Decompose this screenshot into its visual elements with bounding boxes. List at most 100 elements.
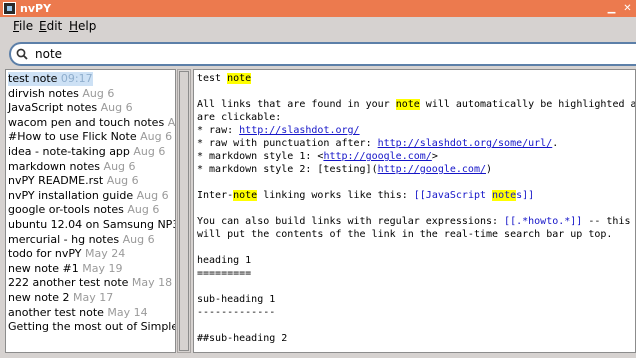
note-list-item[interactable]: new note #1 May 19 [8,262,122,276]
editor-line: * markdown style 2: [testing](http://goo… [197,163,492,176]
note-list-item[interactable]: #How to use Flick Note Aug 6 [8,130,172,144]
note-list-item[interactable]: another test note May 14 [8,306,148,320]
search-match-highlight: note [233,190,258,201]
note-date: Aug 6 [122,232,155,246]
note-list-item[interactable]: idea - note-taking app Aug 6 [8,145,165,159]
note-list-item[interactable]: nvPY README.rst Aug 6 [8,174,139,188]
note-title: new note 2 [8,291,70,304]
editor-line: ------------- [197,307,276,318]
menu-help-label: elp [78,19,97,33]
note-date: Aug 6 [133,145,166,158]
note-list-item[interactable]: 222 another test note May 18 [8,276,172,290]
note-title: todo for nvPY [8,247,82,261]
url-link[interactable]: http://slashdot.org/some/url/ [378,138,553,149]
note-date: May 19 [82,261,123,275]
note-title: 222 another test note [8,276,129,290]
menu-edit[interactable]: Edit [39,19,62,33]
note-title: dirvish notes [8,86,79,100]
search-icon [16,48,28,60]
menu-edit-mnemonic: E [39,19,47,33]
note-title: markdown notes [8,159,101,173]
note-list-item[interactable]: google or-tools notes Aug 6 [8,203,159,217]
editor-line: * markdown style 1: <http://google.com/> [197,150,438,163]
note-list-item[interactable]: nvPY installation guide Aug 6 [8,189,169,203]
minimize-icon[interactable]: ▁ [605,2,618,15]
note-title: idea - note-taking app [8,145,130,158]
url-link[interactable]: http://google.com/ [378,164,486,175]
editor-text: * markdown style 1: < [197,151,324,162]
editor-line: * raw with punctuation after: http://sla… [197,137,558,150]
search-input[interactable] [35,45,630,63]
search-match-highlight: note [395,99,420,110]
note-editor[interactable]: test note All links that are found in yo… [193,69,636,353]
regex-link[interactable]: [[.*howto.*]] [504,216,582,227]
notes-list-scroll-thumb[interactable] [179,71,189,351]
notes-list-scrollbar[interactable] [177,69,191,353]
note-date: May 14 [107,305,148,319]
inter-note-link-highlight[interactable]: note [492,190,517,201]
note-date: Aug 6 [167,115,176,129]
note-list-item[interactable]: todo for nvPY May 24 [8,247,125,261]
note-date: Aug 6 [82,86,115,100]
note-list-item[interactable]: test note 09:17 [8,72,93,86]
note-date: May 17 [73,291,114,304]
search-match-highlight: note [227,73,252,84]
menu-help[interactable]: Help [69,19,96,33]
editor-text: -- this [582,216,631,227]
editor-line: * raw: http://slashdot.org/ [197,124,360,137]
editor-text: . [552,138,559,149]
editor-text: ) [486,164,493,175]
editor-text: test [197,73,228,84]
note-title: mercurial - hg notes [8,232,120,246]
menu-file[interactable]: File [13,19,33,33]
note-date: Aug 6 [140,130,173,144]
menu-bar: File Edit Help [0,17,636,35]
note-list-item[interactable]: dirvish notes Aug 6 [8,87,114,101]
note-title: Getting the most out of Simplenote [8,320,175,334]
app-icon[interactable] [3,2,16,15]
note-date: 09:17 [60,72,93,85]
title-bar: nvPY ▁ ✕ [0,0,636,17]
note-list-item[interactable]: new note 2 May 17 [8,291,113,305]
url-link[interactable]: http://slashdot.org/ [239,125,359,136]
note-list-item[interactable]: markdown notes Aug 6 [8,160,136,174]
note-date: Aug 6 [100,101,133,115]
inter-note-link[interactable]: [[JavaScript [414,190,492,201]
editor-text: * raw: [197,125,240,136]
editor-text: > [431,151,438,162]
editor-line: ========= [197,268,252,279]
note-list-item[interactable]: mercurial - hg notes Aug 6 [8,233,155,247]
close-icon[interactable]: ✕ [621,2,634,15]
note-list-item[interactable]: JavaScript notes Aug 6 [8,101,133,115]
note-title: nvPY README.rst [8,174,104,188]
menu-edit-label: dit [46,19,63,33]
note-title: another test note [8,305,104,319]
editor-text: You can also build links with regular ex… [197,216,505,227]
url-link[interactable]: http://google.com/ [323,151,431,162]
inter-note-link[interactable]: s]] [516,190,534,201]
editor-line: test note [197,72,252,85]
note-date: Aug 6 [103,159,136,173]
note-title: wacom pen and touch notes [8,115,165,129]
search-bar[interactable] [9,42,636,66]
editor-text: All links that are found in your [197,99,396,110]
note-date: Aug 6 [136,188,169,202]
note-list-item[interactable]: Getting the most out of Simplenote [8,320,175,334]
menu-help-mnemonic: H [69,19,79,33]
editor-line: sub-heading 1 [197,294,276,305]
editor-line: are clickable: [197,112,282,123]
note-list-item[interactable]: ubuntu 12.04 on Samsung NP300V3 [8,218,175,232]
editor-text: linking works like this: [257,190,414,201]
note-title: nvPY installation guide [8,188,134,202]
editor-text: will automatically be highlighted and [419,99,636,110]
editor-text: * markdown style 2: [testing]( [197,164,378,175]
note-list-item[interactable]: wacom pen and touch notes Aug 6 [8,115,176,130]
note-title: test note [8,72,58,85]
note-title: google or-tools notes [8,203,124,217]
note-date: May 18 [131,276,173,290]
editor-text: Inter- [197,190,234,201]
notes-list[interactable]: test note 09:17 dirvish notes Aug 6 JavaSc… [5,69,176,353]
note-date: Aug 6 [127,203,160,217]
note-title: ubuntu 12.04 on Samsung NP300V3 [8,218,175,231]
note-date: May 24 [84,247,126,261]
